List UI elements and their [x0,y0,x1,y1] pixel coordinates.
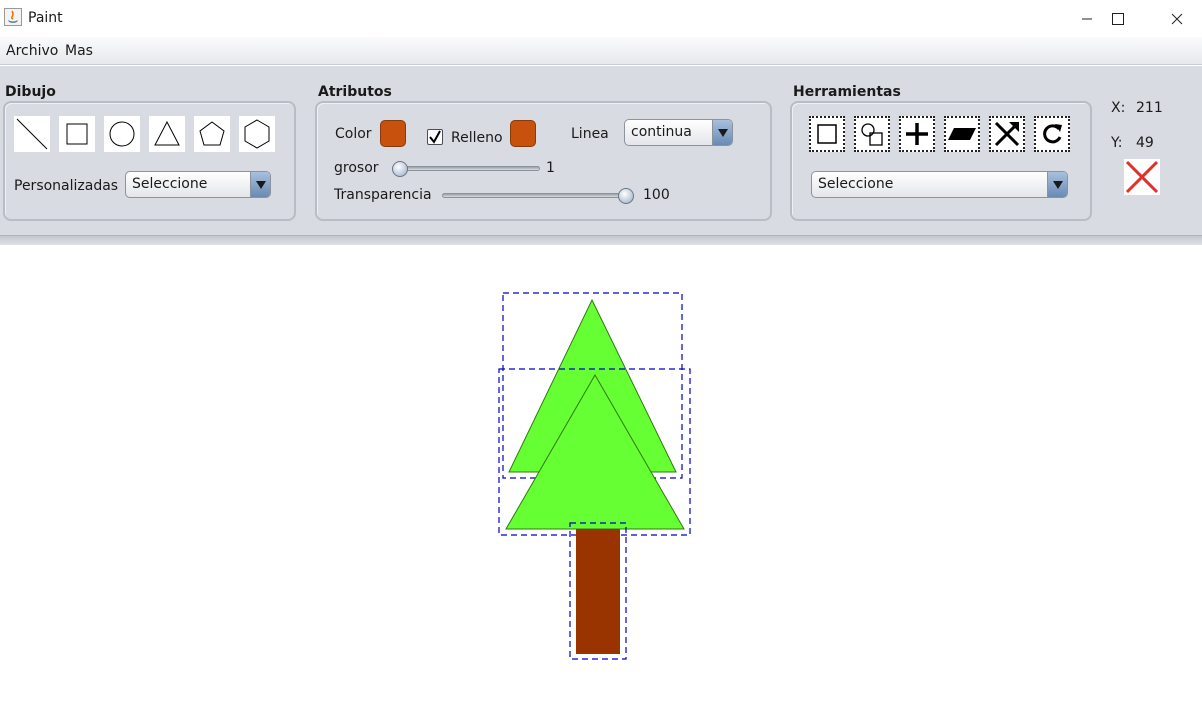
linea-label: Linea [571,126,609,142]
triangle-tool-button[interactable] [149,116,185,152]
group-icon [861,123,883,146]
grosor-value: 1 [546,160,555,176]
y-coord-value: 49 [1136,135,1154,151]
personalizadas-value: Seleccione [132,176,208,192]
transparencia-value: 100 [643,187,670,203]
square-icon [66,123,88,145]
personalizadas-dropdown[interactable]: Seleccione [125,171,271,198]
resize-icon [994,121,1020,147]
herramientas-title: Herramientas [793,84,901,100]
pentagon-icon [199,121,225,146]
chevron-down-icon [712,120,732,145]
relleno-checkbox[interactable] [427,129,443,145]
line-tool-button[interactable] [14,116,50,152]
move-tool-button[interactable] [899,116,935,152]
skew-icon [948,128,976,140]
relleno-label: Relleno [451,130,503,146]
circle-icon [109,121,135,147]
tree-trunk[interactable] [576,529,620,654]
x-coord-value: 211 [1136,100,1163,116]
maximize-icon [1112,12,1124,25]
toolbar: Dibujo Personalizadas Seleccione Atribut… [0,65,1202,235]
transparencia-slider-track[interactable] [442,193,632,198]
skew-tool-button[interactable] [944,116,980,152]
line-icon [16,118,48,150]
x-coord-label: X: [1111,100,1126,116]
title-bar: Paint [0,0,1202,37]
rotate-icon [1043,124,1062,144]
personalizadas-label: Personalizadas [14,178,119,194]
checkmark-icon [429,130,441,144]
resize-tool-button[interactable] [989,116,1025,152]
circle-tool-button[interactable] [104,116,140,152]
chevron-down-icon [250,172,270,197]
select-icon [817,124,837,144]
hexagon-tool-button[interactable] [239,116,275,152]
move-icon [906,123,928,145]
menu-mas[interactable]: Mas [65,43,93,59]
chevron-down-icon [1047,172,1067,197]
group-tool-button[interactable] [854,116,890,152]
linea-dropdown[interactable]: continua [624,119,733,146]
toolbar-separator [0,235,1202,245]
grosor-slider-track[interactable] [392,166,540,171]
select-tool-button[interactable] [809,116,845,152]
color-label: Color [335,126,372,142]
rotate-tool-button[interactable] [1034,116,1070,152]
relleno-color-button[interactable] [510,120,536,147]
y-coord-label: Y: [1111,135,1123,151]
herramientas-value: Seleccione [818,176,894,192]
minimize-icon [1082,18,1092,19]
delete-x-icon [1125,160,1159,194]
linea-value: continua [631,124,692,140]
transparencia-slider-thumb[interactable] [618,188,634,204]
maximize-button[interactable] [1095,0,1141,37]
color-swatch-button[interactable] [380,120,406,147]
pentagon-tool-button[interactable] [194,116,230,152]
menu-archivo[interactable]: Archivo [6,43,58,59]
grosor-slider-thumb[interactable] [392,161,408,177]
close-icon [1171,13,1183,24]
window-title: Paint [28,10,63,26]
java-app-icon [4,8,22,26]
menu-bar: Archivo Mas [0,37,1202,65]
hexagon-icon [244,119,270,149]
atributos-title: Atributos [318,84,392,100]
rectangle-tool-button[interactable] [59,116,95,152]
grosor-label: grosor [334,160,379,176]
drawing-canvas[interactable] [0,245,1202,705]
triangle-icon [154,120,180,146]
herramientas-dropdown[interactable]: Seleccione [811,171,1068,198]
dibujo-title: Dibujo [5,84,56,100]
delete-button[interactable] [1124,159,1160,195]
close-window-button[interactable] [1154,0,1200,37]
canvas-drawing [498,292,691,660]
transparencia-label: Transparencia [334,187,432,203]
